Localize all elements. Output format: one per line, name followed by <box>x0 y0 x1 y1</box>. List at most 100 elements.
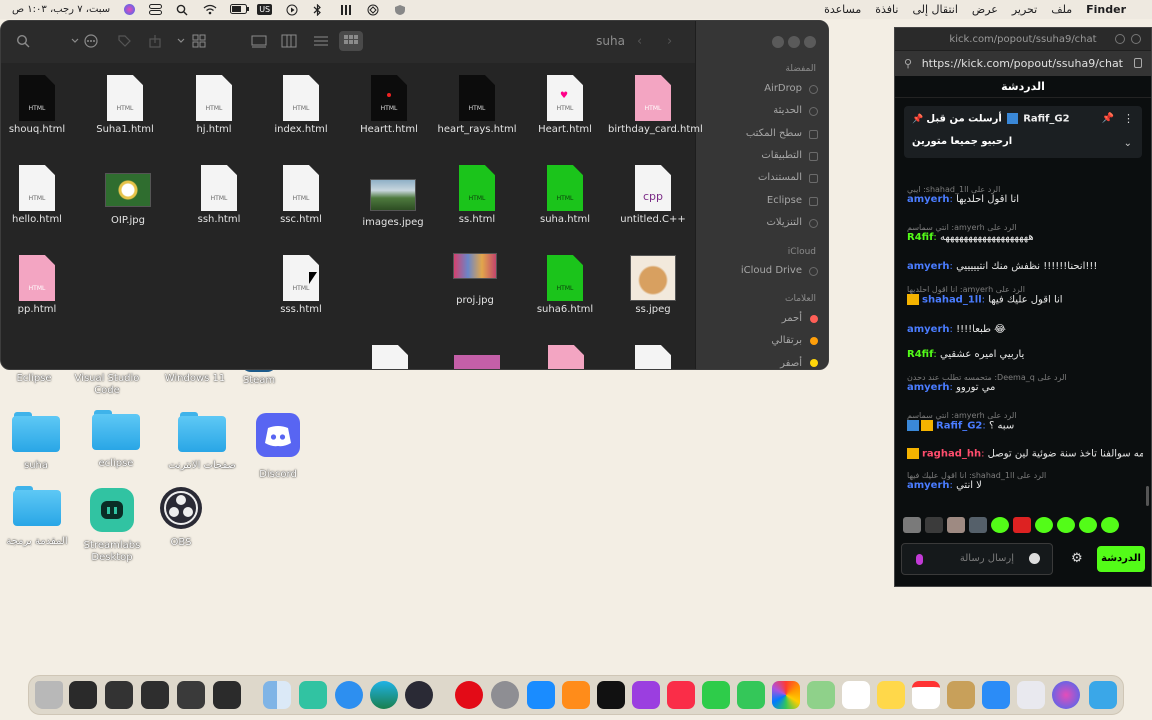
emote-icon[interactable] <box>903 517 921 533</box>
emote-icon[interactable] <box>991 517 1009 533</box>
obs-icon[interactable] <box>405 681 433 709</box>
sidebar-item-downloads[interactable]: التنزيلات <box>766 217 802 228</box>
chat-username[interactable]: amyerh <box>907 261 950 272</box>
system-settings-icon[interactable] <box>491 681 519 709</box>
file-item[interactable]: proj.jpg <box>430 253 520 307</box>
menu-window[interactable]: نافذة <box>875 3 898 16</box>
menu-finder[interactable]: Finder <box>1086 3 1126 16</box>
window-minimize-button[interactable] <box>788 36 800 48</box>
chat-input[interactable]: إرسال رسالة <box>901 543 1053 575</box>
reminders-icon[interactable] <box>842 681 870 709</box>
desktop-folder-eclipse[interactable]: eclipse <box>71 410 161 470</box>
facetime-icon[interactable] <box>702 681 730 709</box>
file-item[interactable]: HTML birthday_card.html <box>608 75 703 136</box>
vpn-icon[interactable] <box>367 4 380 16</box>
apple-tv-icon[interactable] <box>597 681 625 709</box>
html-file-icon[interactable] <box>635 345 671 369</box>
window-zoom-button[interactable] <box>1115 34 1125 44</box>
chat-username[interactable]: amyerh <box>907 480 950 491</box>
menu-edit[interactable]: تحرير <box>1012 3 1037 16</box>
emoji-icon[interactable] <box>1029 553 1040 564</box>
sidebar-tag-orange[interactable]: برتقالي <box>771 335 802 346</box>
sidebar-item-documents[interactable]: المستندات <box>758 172 802 183</box>
emote-icon[interactable] <box>1079 517 1097 533</box>
finder-icon[interactable] <box>263 681 291 709</box>
control-center-icon[interactable] <box>149 4 163 15</box>
emote-icon[interactable] <box>947 517 965 533</box>
file-item[interactable]: HTML Suha1.html <box>80 75 170 136</box>
emote-icon[interactable] <box>1013 517 1031 533</box>
safari-icon[interactable] <box>335 681 363 709</box>
contacts-icon[interactable] <box>947 681 975 709</box>
list-view-icon[interactable] <box>313 34 329 52</box>
launchpad-icon[interactable] <box>1017 681 1045 709</box>
chat-username[interactable]: amyerh <box>907 194 950 205</box>
dock-window-thumbnail[interactable] <box>177 681 205 709</box>
back-icon[interactable]: ‹ <box>637 34 642 49</box>
file-item[interactable]: HTML ss.html <box>432 165 522 226</box>
chat-username[interactable]: R4fif <box>907 232 933 243</box>
dock-window-thumbnail[interactable] <box>69 681 97 709</box>
edge-icon[interactable] <box>370 681 398 709</box>
chevron-down-icon[interactable]: ⌄ <box>1124 138 1132 149</box>
photos-icon[interactable] <box>772 681 800 709</box>
sidebar-item-applications[interactable]: التطبيقات <box>761 150 802 161</box>
messages-icon[interactable] <box>737 681 765 709</box>
more-options-icon[interactable]: ⋮ <box>1123 112 1134 125</box>
image-thumbnail[interactable] <box>454 355 500 369</box>
file-item[interactable]: cpp untitled.C++ <box>608 165 698 226</box>
sidebar-item-icloud-drive[interactable]: iCloud Drive <box>741 265 802 276</box>
shield-icon[interactable] <box>394 4 407 15</box>
desktop-item-obs[interactable]: OBS <box>136 487 226 549</box>
desktop-folder-suha[interactable]: suha <box>0 412 81 472</box>
sidebar-item-airdrop[interactable]: AirDrop <box>764 83 802 94</box>
html-file-icon[interactable] <box>548 345 584 369</box>
desktop-item-vscode[interactable]: Visual Studio Code <box>62 370 152 397</box>
dock-window-thumbnail[interactable] <box>105 681 133 709</box>
emote-icon[interactable] <box>925 517 943 533</box>
battery-icon[interactable] <box>230 4 250 15</box>
audio-bars-icon[interactable] <box>340 4 353 15</box>
chat-username[interactable]: raghad_hh <box>922 449 981 460</box>
icon-view-icon[interactable] <box>339 31 363 51</box>
maps-icon[interactable] <box>807 681 835 709</box>
siri-icon[interactable] <box>124 4 136 15</box>
share-icon[interactable] <box>149 34 161 52</box>
column-view-icon[interactable] <box>281 34 297 52</box>
desktop-item-discord[interactable]: Discord <box>233 413 323 481</box>
streamlabs-icon[interactable] <box>299 681 327 709</box>
file-item[interactable]: HTML pp.html <box>1 255 82 316</box>
file-item[interactable]: HTML shouq.html <box>1 75 82 136</box>
chat-send-button[interactable]: الدردشة <box>1097 546 1145 572</box>
books-icon[interactable] <box>562 681 590 709</box>
file-item[interactable]: OIP.jpg <box>83 173 173 227</box>
opera-icon[interactable] <box>455 681 483 709</box>
wifi-icon[interactable] <box>203 4 217 15</box>
clock[interactable]: سبت، ٧ رجب، ١:٠٣ ص <box>12 4 110 15</box>
siri-icon[interactable] <box>1052 681 1080 709</box>
sidebar-tag-yellow[interactable]: أصفر <box>780 358 802 369</box>
chat-username[interactable]: amyerh <box>907 324 950 335</box>
url-text[interactable]: https://kick.com/popout/ssuha9/chat <box>922 57 1123 70</box>
menu-help[interactable]: مساعدة <box>824 3 861 16</box>
window-zoom-button[interactable] <box>804 36 816 48</box>
podcasts-icon[interactable] <box>632 681 660 709</box>
chat-username[interactable]: R4fif <box>907 349 933 360</box>
chat-username[interactable]: shahad_1ll <box>922 295 982 306</box>
menu-view[interactable]: عرض <box>972 3 998 16</box>
pinned-user[interactable]: Rafif_G2 <box>1023 114 1069 125</box>
menu-file[interactable]: ملف <box>1051 3 1072 16</box>
forward-icon[interactable]: › <box>667 34 672 49</box>
file-item[interactable]: ss.jpeg <box>608 255 698 316</box>
file-item[interactable]: HTML suha6.html <box>520 255 610 316</box>
file-item[interactable]: HTML Heartt.html <box>344 75 434 136</box>
input-source-badge[interactable]: US <box>257 4 273 15</box>
trash-icon[interactable] <box>35 681 63 709</box>
address-bar[interactable]: ⚲ https://kick.com/popout/ssuha9/chat <box>895 50 1151 76</box>
chat-scrollbar[interactable] <box>1146 486 1149 506</box>
file-item[interactable]: HTML sss.html <box>256 255 346 316</box>
gallery-view-icon[interactable] <box>251 34 267 52</box>
html-file-icon[interactable] <box>372 345 408 369</box>
emote-icon[interactable] <box>969 517 987 533</box>
mail-icon[interactable] <box>982 681 1010 709</box>
